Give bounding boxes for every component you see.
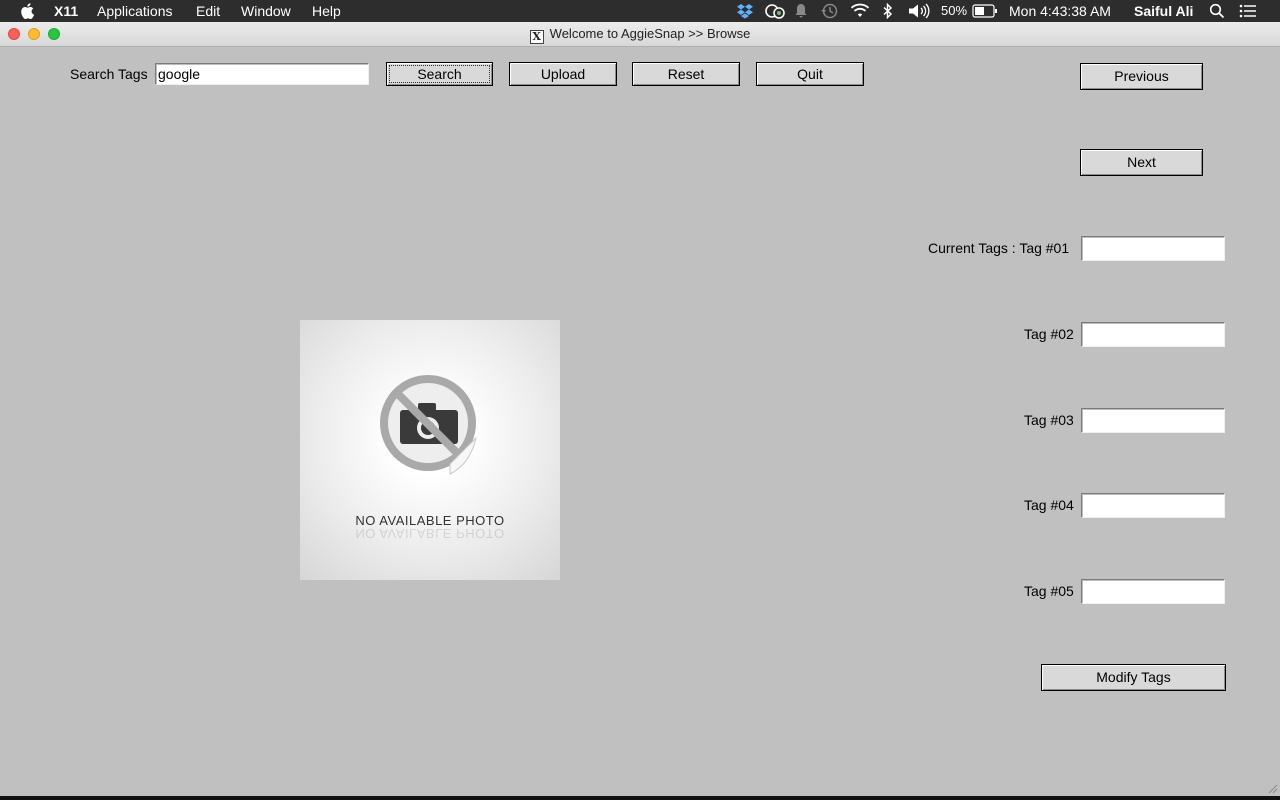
reset-button[interactable]: Reset [632,62,740,86]
window-title-bar: X Welcome to AggieSnap >> Browse [0,22,1280,47]
sync-icon[interactable] [764,3,786,19]
current-tags-prefix: Current Tags : [928,240,1016,256]
window-title-container: X Welcome to AggieSnap >> Browse [0,26,1280,44]
tag-02-input[interactable] [1081,322,1225,347]
time-machine-icon[interactable] [820,3,838,19]
search-button[interactable]: Search [386,62,493,86]
battery-percent: 50% [941,3,968,18]
menu-edit[interactable]: Edit [196,2,220,20]
battery-icon[interactable] [972,4,998,18]
tag-02-label: Tag #02 [1024,326,1074,342]
spotlight-icon[interactable] [1209,3,1225,19]
menu-clock[interactable]: Mon 4:43:38 AM [1009,2,1111,20]
search-tags-label: Search Tags [70,66,148,82]
tag-05-label: Tag #05 [1024,583,1074,599]
x11-logo-icon: X [529,30,544,44]
notification-icon[interactable] [794,3,808,19]
menu-bar: X11 Applications Edit Window Help 50% Mo… [0,0,1280,22]
search-tags-input[interactable]: google [155,63,369,85]
tag-01-input[interactable] [1081,236,1225,261]
notification-center-icon[interactable] [1239,3,1257,19]
wifi-icon[interactable] [850,3,870,19]
tag-04-input[interactable] [1081,493,1225,518]
menu-window[interactable]: Window [241,2,291,20]
tag-04-label: Tag #04 [1024,497,1074,513]
bluetooth-icon[interactable] [882,3,894,19]
upload-button[interactable]: Upload [509,62,617,86]
tag-01-label: Tag #01 [1019,240,1070,256]
next-button[interactable]: Next [1080,149,1203,176]
quit-button[interactable]: Quit [756,62,864,86]
menu-help[interactable]: Help [312,2,341,20]
photo-placeholder: NO AVAILABLE PHOTO NO AVAILABLE PHOTO [300,320,560,580]
volume-icon[interactable] [908,3,930,19]
window-title: Welcome to AggieSnap >> Browse [549,26,751,41]
current-tags-label: Current Tags : Tag #01 [928,240,1069,256]
tag-03-input[interactable] [1081,408,1225,433]
tag-03-label: Tag #03 [1024,412,1074,428]
no-photo-caption-reflection: NO AVAILABLE PHOTO [355,526,505,541]
previous-button[interactable]: Previous [1080,63,1203,90]
no-camera-icon [380,375,477,475]
window-bottom-edge [0,796,1280,800]
menu-app-name[interactable]: X11 [54,2,78,20]
modify-tags-button[interactable]: Modify Tags [1041,664,1226,691]
menu-user[interactable]: Saiful Ali [1134,2,1193,20]
menu-applications[interactable]: Applications [97,2,173,20]
dropbox-icon[interactable] [736,3,754,19]
resize-grip-icon[interactable] [1266,782,1278,794]
tag-05-input[interactable] [1081,579,1225,604]
apple-icon[interactable] [20,3,34,19]
